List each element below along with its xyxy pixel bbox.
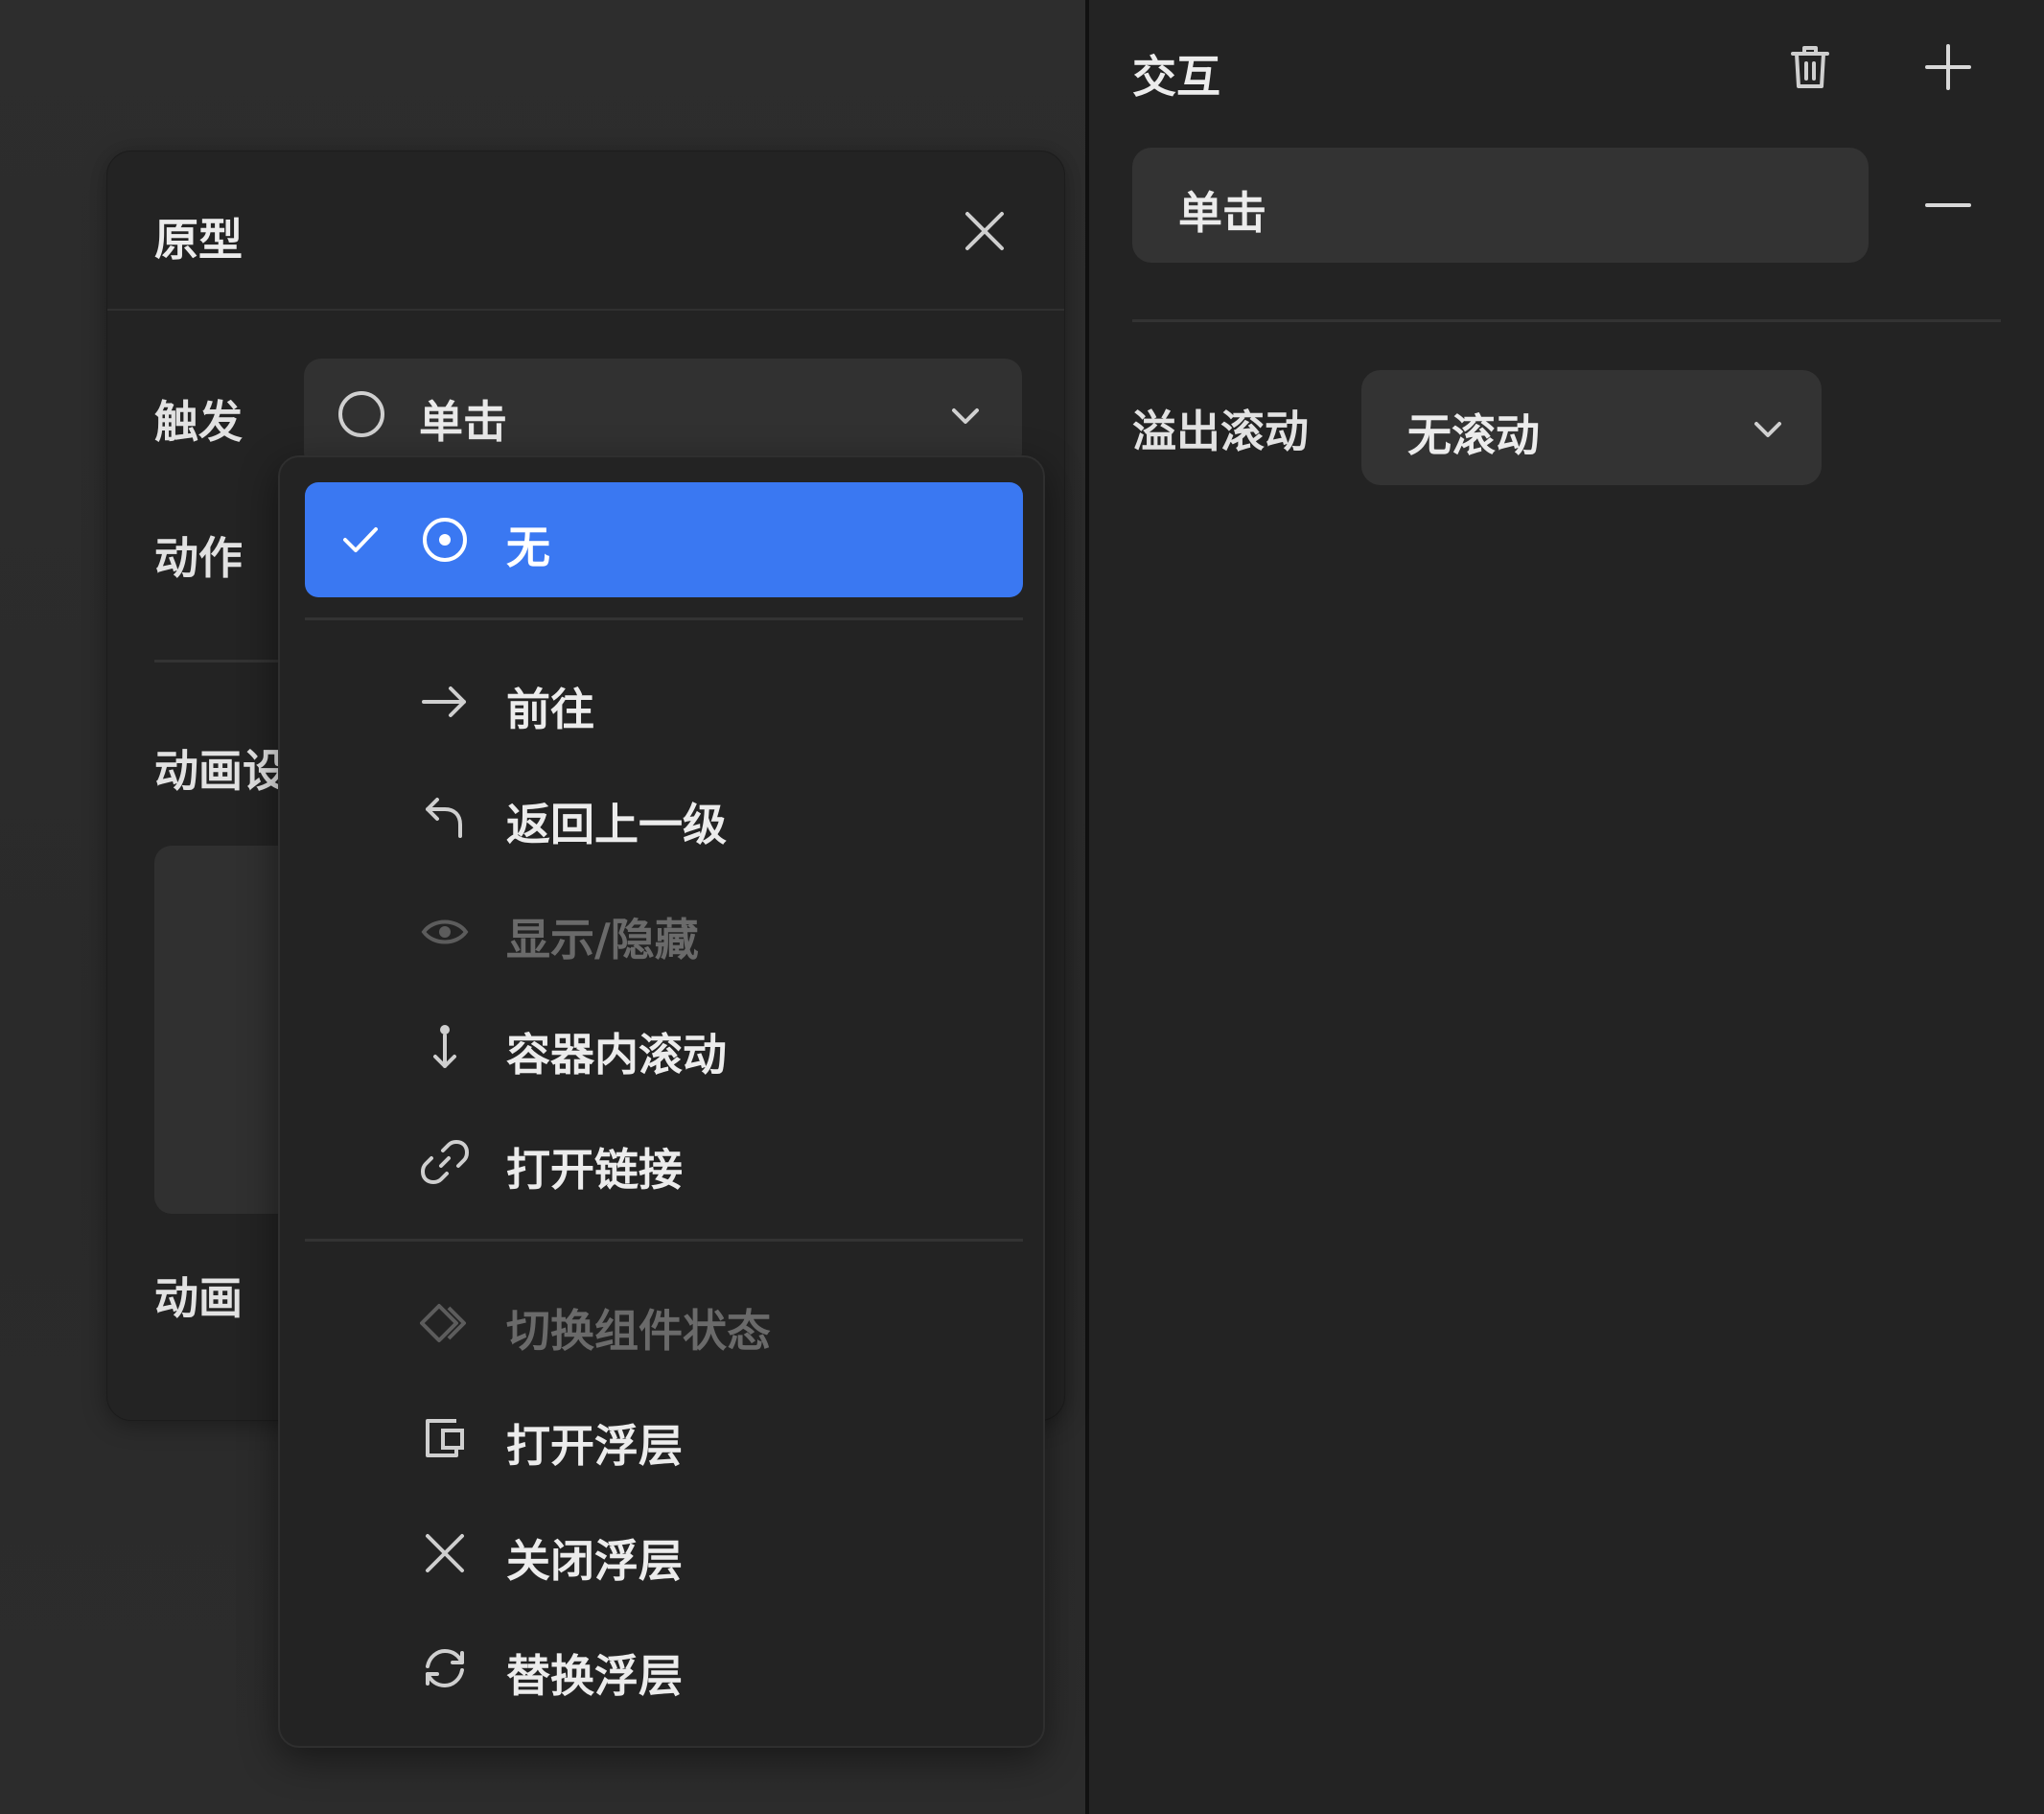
eye-icon <box>420 907 470 957</box>
dropdown-item-label: 容器内滚动 <box>506 1029 727 1081</box>
arrow-right-icon <box>420 677 470 727</box>
dropdown-item-switch-component-state: 切换组件状态 <box>305 1266 1023 1381</box>
dropdown-item-label: 前往 <box>506 684 594 735</box>
link-icon <box>420 1137 470 1187</box>
section-divider <box>1132 319 2001 322</box>
trigger-select-value: 单击 <box>419 396 507 448</box>
dropdown-item-back[interactable]: 返回上一级 <box>305 759 1023 874</box>
open-overlay-icon <box>420 1413 470 1463</box>
dropdown-item-label: 替换浮层 <box>506 1650 683 1702</box>
prototype-panel-title: 原型 <box>154 214 243 266</box>
close-icon <box>965 212 1004 250</box>
dropdown-separator <box>305 617 1023 620</box>
close-icon <box>420 1528 470 1578</box>
interaction-panel-title: 交互 <box>1132 51 1220 103</box>
trigger-label: 触发 <box>154 396 243 448</box>
minus-icon[interactable] <box>1923 180 1973 230</box>
prototype-panel-header: 原型 <box>107 151 1064 311</box>
chevron-down-icon <box>952 408 979 424</box>
trash-icon[interactable] <box>1785 42 1835 92</box>
chevron-down-icon <box>1754 422 1781 437</box>
target-circle-icon <box>420 515 470 565</box>
close-button[interactable] <box>961 207 1009 255</box>
checkmark-icon <box>343 527 378 552</box>
replace-cycle-icon <box>420 1643 470 1693</box>
diamond-swap-icon <box>420 1298 470 1348</box>
dropdown-item-replace-overlay[interactable]: 替换浮层 <box>305 1611 1023 1726</box>
dropdown-item-show-hide: 显示/隐藏 <box>305 874 1023 989</box>
dropdown-item-open-overlay[interactable]: 打开浮层 <box>305 1381 1023 1496</box>
dropdown-item-close-overlay[interactable]: 关闭浮层 <box>305 1496 1023 1611</box>
dropdown-item-label: 返回上一级 <box>506 799 727 850</box>
return-arrow-icon <box>420 792 470 842</box>
dropdown-item-label: 显示/隐藏 <box>506 914 699 965</box>
action-label: 动作 <box>154 532 243 584</box>
overflow-scroll-label: 溢出滚动 <box>1132 406 1309 457</box>
trigger-select[interactable]: 单击 <box>304 359 1022 470</box>
dropdown-item-open-link[interactable]: 打开链接 <box>305 1105 1023 1220</box>
dropdown-separator <box>305 1239 1023 1242</box>
app-root: 原型 触发 单击 动作 动画设 动画 无 前往 返回上一级 显示/隐藏 容器内滚… <box>0 0 2044 1814</box>
dropdown-item-label: 打开链接 <box>506 1144 683 1196</box>
dropdown-item-label: 关闭浮层 <box>506 1535 683 1587</box>
dropdown-item-label: 打开浮层 <box>506 1420 683 1472</box>
animation-label: 动画 <box>154 1272 243 1324</box>
dropdown-item-none[interactable]: 无 <box>305 482 1023 597</box>
overflow-scroll-select[interactable]: 无滚动 <box>1361 370 1822 485</box>
interaction-trigger-label: 单击 <box>1178 187 1266 239</box>
dropdown-item-label: 无 <box>506 522 550 573</box>
interaction-panel: 交互 单击 溢出滚动 无滚动 <box>1089 0 2044 1814</box>
interaction-trigger-item[interactable]: 单击 <box>1132 148 1869 263</box>
dropdown-item-goto[interactable]: 前往 <box>305 644 1023 759</box>
scroll-down-icon <box>420 1022 470 1072</box>
action-dropdown: 无 前往 返回上一级 显示/隐藏 容器内滚动 打开链接 切换组件状态 打开浮层 … <box>278 455 1045 1748</box>
dropdown-item-scroll-in-container[interactable]: 容器内滚动 <box>305 989 1023 1105</box>
dropdown-item-label: 切换组件状态 <box>506 1305 771 1357</box>
circle-icon <box>338 391 384 437</box>
plus-icon[interactable] <box>1923 42 1973 92</box>
overflow-scroll-value: 无滚动 <box>1407 409 1540 461</box>
